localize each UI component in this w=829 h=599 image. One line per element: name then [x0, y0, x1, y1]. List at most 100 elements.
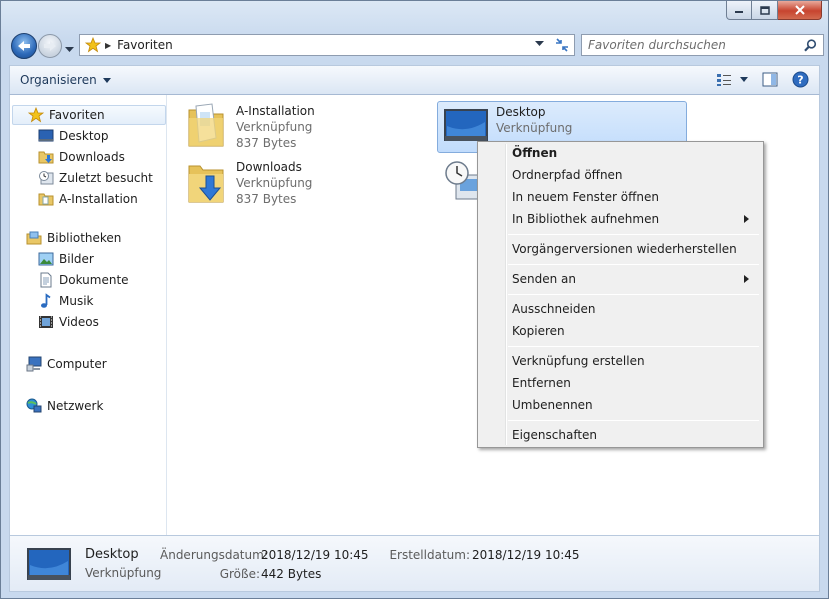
computer-icon [26, 356, 42, 372]
sidebar-item-favorites[interactable]: Favoriten [12, 105, 166, 125]
menu-item-open[interactable]: Öffnen [480, 142, 761, 164]
menu-item-open-folder-location[interactable]: Ordnerpfad öffnen [480, 164, 761, 186]
menu-separator [508, 346, 759, 347]
minimize-icon [735, 11, 743, 13]
menu-item-label: Ordnerpfad öffnen [512, 168, 623, 182]
maximize-button[interactable] [752, 1, 778, 20]
menu-item-rename[interactable]: Umbenennen [480, 394, 761, 416]
details-pane: Desktop Verknüpfung Änderungsdatum: 2018… [9, 535, 820, 592]
refresh-button[interactable] [549, 34, 575, 56]
refresh-icon [555, 38, 568, 52]
menu-item-open-new-window[interactable]: In neuem Fenster öffnen [480, 186, 761, 208]
details-file-name: Desktop [85, 547, 139, 562]
search-icon[interactable] [804, 39, 817, 52]
svg-text:?: ? [797, 74, 803, 87]
explorer-window: ▶ Favoriten Organisieren ? [0, 0, 829, 599]
sidebar-item-libraries[interactable]: Bibliotheken [10, 228, 121, 248]
network-icon [26, 398, 42, 413]
menu-item-label: Kopieren [512, 324, 565, 338]
shortcut-folder-icon [182, 101, 230, 149]
sidebar-item-pictures[interactable]: Bilder [10, 249, 94, 269]
menu-separator [508, 420, 759, 421]
details-size-value: 442 Bytes [261, 567, 322, 581]
recent-pages-dropdown[interactable] [65, 42, 74, 56]
sidebar-item-label: Desktop [59, 129, 109, 143]
sidebar-item-label: Videos [59, 315, 99, 329]
sidebar-item-a-installation[interactable]: A-Installation [10, 189, 138, 209]
view-options-icon [717, 73, 731, 86]
videos-icon [39, 316, 53, 328]
navigation-pane: Favoriten Desktop Downloads Zuletzt besu… [10, 95, 167, 535]
sidebar-item-downloads[interactable]: Downloads [10, 147, 125, 167]
file-type: Verknüpfung [496, 121, 573, 135]
close-button[interactable] [778, 1, 822, 20]
sidebar-item-label: Computer [47, 357, 107, 371]
documents-icon [40, 272, 52, 288]
search-box [581, 34, 824, 56]
forward-button[interactable] [38, 34, 62, 58]
sidebar-item-documents[interactable]: Dokumente [10, 270, 129, 290]
preview-pane-icon[interactable] [762, 72, 778, 87]
arrow-right-icon [44, 41, 56, 51]
menu-item-include-in-library[interactable]: In Bibliothek aufnehmen [480, 208, 761, 230]
help-icon[interactable]: ? [792, 71, 809, 88]
menu-separator [508, 234, 759, 235]
details-size-label: Größe: [219, 567, 260, 581]
back-button[interactable] [11, 33, 37, 59]
sidebar-item-network[interactable]: Netzwerk [10, 396, 103, 416]
caption-buttons [726, 1, 822, 21]
sidebar-item-label: Musik [59, 294, 94, 308]
sidebar-item-label: A-Installation [59, 192, 138, 206]
star-icon [85, 37, 101, 53]
sidebar-item-label: Favoriten [49, 108, 105, 122]
details-file-type: Verknüpfung [85, 566, 162, 580]
file-item-a-installation[interactable]: A-Installation Verknüpfung 837 Bytes [182, 101, 432, 153]
sidebar-item-label: Dokumente [59, 273, 129, 287]
chevron-down-icon [740, 77, 748, 82]
menu-item-label: Entfernen [512, 376, 571, 390]
menu-item-send-to[interactable]: Senden an [480, 268, 761, 290]
change-view-button[interactable] [716, 73, 748, 87]
file-size: 837 Bytes [236, 192, 297, 206]
chevron-down-icon[interactable] [535, 41, 544, 47]
file-type: Verknüpfung [236, 120, 313, 134]
details-modified-label: Änderungsdatum: [160, 548, 268, 562]
menu-item-label: In neuem Fenster öffnen [512, 190, 659, 204]
downloads-folder-icon [38, 151, 54, 164]
close-icon [794, 5, 805, 15]
menu-item-copy[interactable]: Kopieren [480, 320, 761, 342]
sidebar-item-desktop[interactable]: Desktop [10, 126, 109, 146]
address-bar[interactable]: ▶ Favoriten [79, 34, 551, 56]
menu-item-remove[interactable]: Entfernen [480, 372, 761, 394]
file-name: Downloads [236, 160, 302, 174]
desktop-shortcut-icon [27, 548, 71, 580]
sidebar-item-label: Bilder [59, 252, 94, 266]
search-input[interactable] [588, 38, 798, 52]
submenu-arrow-icon [744, 215, 749, 223]
menu-separator [508, 294, 759, 295]
organize-label: Organisieren [20, 73, 97, 87]
submenu-arrow-icon [744, 275, 749, 283]
sidebar-item-music[interactable]: Musik [10, 291, 94, 311]
star-icon [28, 107, 44, 123]
breadcrumb-separator-icon[interactable]: ▶ [105, 41, 111, 50]
menu-item-label: Umbenennen [512, 398, 593, 412]
menu-item-label: Eigenschaften [512, 428, 598, 442]
organize-button[interactable]: Organisieren [20, 73, 111, 87]
file-item-downloads[interactable]: Downloads Verknüpfung 837 Bytes [182, 157, 432, 209]
menu-item-restore-previous-versions[interactable]: Vorgängerversionen wiederherstellen [480, 238, 761, 260]
sidebar-item-label: Zuletzt besucht [59, 171, 153, 185]
menu-item-label: Öffnen [512, 146, 558, 160]
minimize-button[interactable] [726, 1, 752, 20]
breadcrumb-location[interactable]: Favoriten [117, 38, 173, 52]
maximize-icon [759, 5, 770, 15]
sidebar-item-recent-places[interactable]: Zuletzt besucht [10, 168, 153, 188]
menu-item-cut[interactable]: Ausschneiden [480, 298, 761, 320]
details-created-label: Erstelldatum: [389, 548, 470, 562]
toolbar-right: ? [716, 71, 809, 88]
menu-item-create-shortcut[interactable]: Verknüpfung erstellen [480, 350, 761, 372]
menu-item-properties[interactable]: Eigenschaften [480, 424, 761, 446]
sidebar-item-computer[interactable]: Computer [10, 354, 107, 374]
menu-item-label: Senden an [512, 272, 576, 286]
sidebar-item-videos[interactable]: Videos [10, 312, 99, 332]
